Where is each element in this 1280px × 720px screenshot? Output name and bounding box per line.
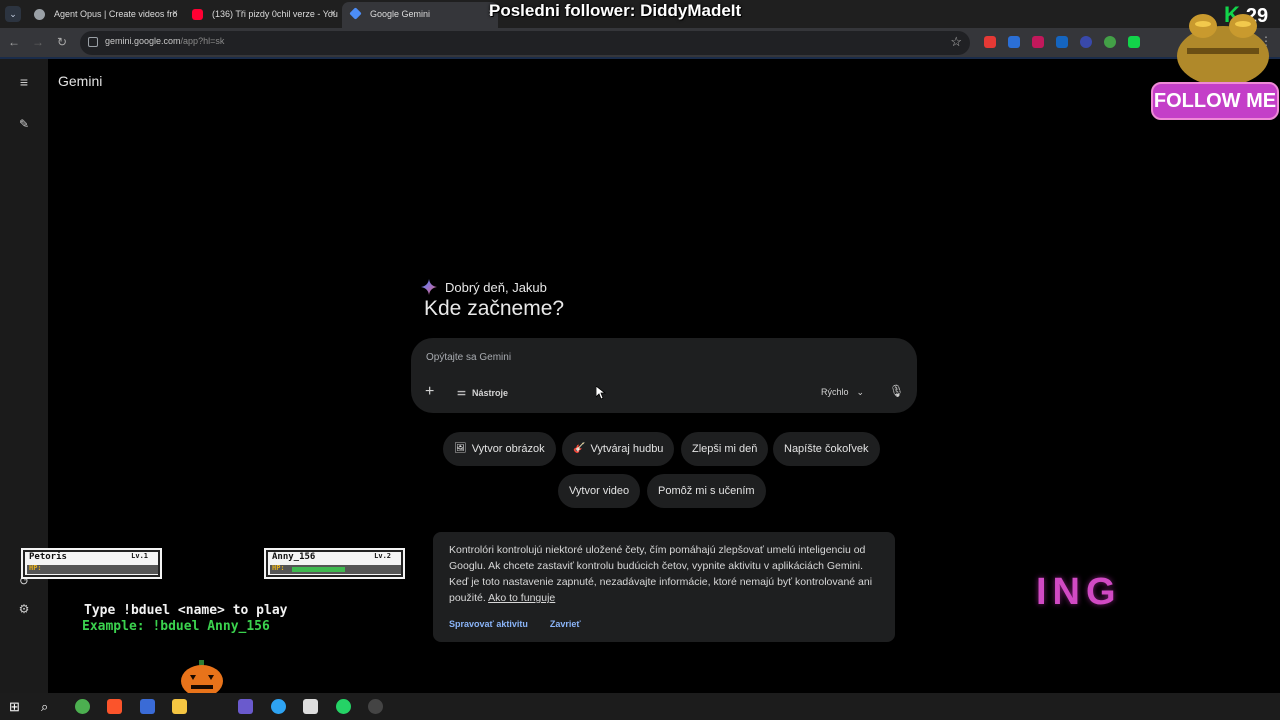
page-headline: Kde začneme? <box>424 297 565 320</box>
kick-extension-icon[interactable] <box>1128 36 1140 48</box>
menu-icon[interactable]: ≡ <box>16 74 32 90</box>
hp-bar: HP: <box>27 564 158 574</box>
extension-icon[interactable] <box>1104 36 1116 48</box>
duel-instructions: Type !bduel <name> to play Example: !bdu… <box>82 603 288 635</box>
chip-help-learn[interactable]: Pomôž mi s učením <box>647 474 766 508</box>
windows-start-icon[interactable]: ⊞ <box>9 699 24 714</box>
last-follower-overlay: Posledni follower: DiddyMadeIt <box>489 1 742 20</box>
extension-icon[interactable] <box>1080 36 1092 48</box>
app-icon[interactable] <box>140 699 155 714</box>
brave-icon[interactable] <box>107 699 122 714</box>
prompt-box: + ⚌ Nástroje Rýchlo ⌄ 🎙 <box>411 338 917 413</box>
bookmark-star-icon[interactable]: ☆ <box>950 34 962 50</box>
tab-close-icon[interactable]: × <box>172 3 178 25</box>
obs-icon[interactable] <box>368 699 383 714</box>
chevron-down-icon: ⌄ <box>856 387 865 397</box>
tab-agent-opus[interactable]: Agent Opus | Create videos fro × <box>26 3 182 25</box>
chip-improve-day[interactable]: Zlepši mi deň <box>681 432 769 466</box>
gemini-favicon-icon <box>349 7 362 20</box>
greeting: Dobrý deň, Jakub <box>421 279 547 295</box>
gemini-side-rail: ≡ ✎ ↺ ⚙ <box>0 59 48 693</box>
duel-player-card: Anny_156 Lv.2 HP: <box>266 550 403 577</box>
follow-me-button[interactable]: FOLLOW ME <box>1151 82 1279 120</box>
model-label: Rýchlo <box>821 387 849 397</box>
tab-close-icon[interactable]: × <box>330 3 336 25</box>
app-icon[interactable] <box>303 699 318 714</box>
browser-toolbar: ← → ↻ gemini.google.com/app?hl=sk ☆ ⋮ <box>0 28 1280 58</box>
agent-opus-favicon-icon <box>34 9 45 20</box>
hp-bar: HP: <box>270 564 401 574</box>
extension-icon[interactable] <box>1032 36 1044 48</box>
app-icon[interactable] <box>238 699 253 714</box>
url-text: gemini.google.com/app?hl=sk <box>105 36 225 46</box>
chip-create-image[interactable]: 🖼 Vytvor obrázok <box>443 432 556 466</box>
duel-player-name: Petoris <box>29 552 67 562</box>
image-icon: 🖼 <box>454 443 467 454</box>
prompt-input[interactable] <box>426 352 896 363</box>
greeting-text: Dobrý deň, Jakub <box>445 279 547 295</box>
site-info-icon[interactable] <box>88 37 98 47</box>
tab-gemini[interactable]: Google Gemini × <box>342 2 498 28</box>
forward-icon[interactable]: → <box>30 35 46 49</box>
gemini-sparkle-icon <box>421 279 437 295</box>
duel-command-text: Type !bduel <name> to play <box>84 603 288 618</box>
hp-fill <box>292 567 345 572</box>
back-icon[interactable]: ← <box>6 35 22 49</box>
chip-write-anything[interactable]: Napíšte čokoľvek <box>773 432 880 466</box>
duel-example-text: Example: !bduel Anny_156 <box>82 619 270 634</box>
add-file-button[interactable]: + <box>425 384 434 400</box>
activity-notice: Kontrolóri kontrolujú niektoré uložené č… <box>433 532 895 642</box>
manage-activity-button[interactable]: Spravovať aktivitu <box>449 619 528 629</box>
extension-icon[interactable] <box>1056 36 1068 48</box>
dismiss-button[interactable]: Zavrieť <box>550 619 581 629</box>
app-icon[interactable] <box>271 699 286 714</box>
tab-title: (136) Tři pizdy 0chil verze - You <box>212 9 338 19</box>
tools-button[interactable]: ⚌ Nástroje <box>457 387 508 398</box>
new-chat-icon[interactable]: ✎ <box>16 116 32 132</box>
duel-player-name: Anny_156 <box>272 552 316 562</box>
tab-youtube[interactable]: (136) Tři pizdy 0chil verze - You × <box>184 3 340 25</box>
app-title: Gemini <box>58 73 103 89</box>
whatsapp-icon[interactable] <box>336 699 351 714</box>
tab-search-icon[interactable]: ⌄ <box>5 6 21 22</box>
duel-player-card: Petoris Lv.1 HP: <box>23 550 160 577</box>
chrome-icon[interactable] <box>75 699 90 714</box>
extension-icon[interactable] <box>1008 36 1020 48</box>
notice-actions: Spravovať aktivitu Zavrieť <box>449 619 581 629</box>
guitar-icon: 🎸 <box>573 443 586 454</box>
how-it-works-link[interactable]: Ako to funguje <box>488 592 555 604</box>
settings-gear-icon[interactable]: ⚙ <box>16 601 32 617</box>
youtube-favicon-icon <box>192 9 203 20</box>
duel-player-level: Lv.1 <box>131 552 148 560</box>
chip-create-music[interactable]: 🎸 Vytváraj hudbu <box>562 432 675 466</box>
reload-icon[interactable]: ↻ <box>54 35 70 49</box>
frog-mascot-icon <box>1177 14 1269 86</box>
address-bar[interactable]: gemini.google.com/app?hl=sk ☆ <box>80 31 970 55</box>
mouse-cursor-icon <box>596 386 606 400</box>
chip-create-video[interactable]: Vytvor video <box>558 474 641 508</box>
extension-icon[interactable] <box>984 36 996 48</box>
tools-sliders-icon: ⚌ <box>457 387 466 398</box>
divider <box>0 57 1280 59</box>
microphone-icon[interactable]: 🎙 <box>889 384 904 398</box>
duel-player-level: Lv.2 <box>374 552 391 560</box>
windows-taskbar: ⊞ ⌕ <box>0 693 1280 720</box>
folder-icon[interactable] <box>172 699 187 714</box>
model-selector[interactable]: Rýchlo ⌄ <box>821 387 864 398</box>
tools-label: Nástroje <box>471 387 508 398</box>
search-icon[interactable]: ⌕ <box>41 699 56 714</box>
tab-title: Agent Opus | Create videos fro <box>54 9 178 19</box>
tab-title: Google Gemini <box>370 9 431 19</box>
notice-text: Kontrolóri kontrolujú niektoré uložené č… <box>449 544 873 604</box>
stream-overlay-text: ING <box>1036 571 1122 613</box>
